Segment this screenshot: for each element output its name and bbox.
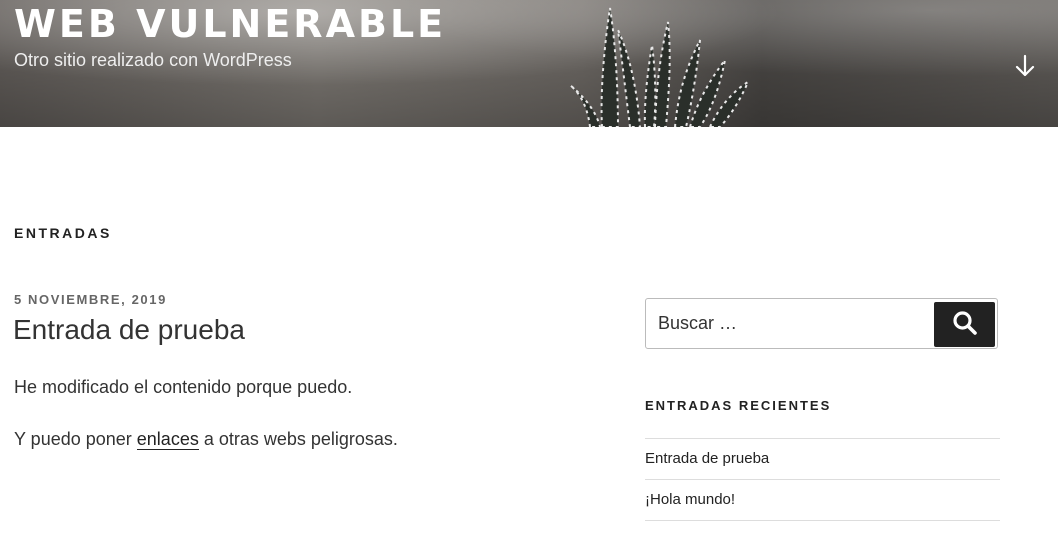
site-header: WEB VULNERABLE Otro sitio realizado con … [0,0,1058,127]
site-description: Otro sitio realizado con WordPress [14,50,292,70]
arrow-down-icon[interactable] [1014,54,1036,78]
plant-photo [569,7,751,127]
list-item: Entrada de prueba [645,438,1000,479]
post-text: a otras webs peligrosas. [198,429,398,449]
recent-post-link[interactable]: Entrada de prueba [645,450,769,467]
search-input[interactable] [646,299,936,348]
post-paragraph: Y puedo poner enlaces a otras webs pelig… [14,429,398,450]
post-title[interactable]: Entrada de prueba [13,314,245,346]
post-link-enlaces[interactable]: enlaces [136,429,199,450]
search-icon [952,310,978,339]
post-paragraph: He modificado el contenido porque puedo. [14,377,353,397]
search-button[interactable] [934,302,995,347]
site-title[interactable]: WEB VULNERABLE [14,0,446,48]
list-item: ¡Hola mundo! [645,479,1000,521]
search-form [645,298,998,349]
recent-posts-title: ENTRADAS RECIENTES [645,398,832,413]
page-title: ENTRADAS [14,225,112,241]
recent-posts-list: Entrada de prueba ¡Hola mundo! [645,438,1000,521]
recent-post-link[interactable]: ¡Hola mundo! [645,491,735,508]
post-date[interactable]: 5 NOVIEMBRE, 2019 [14,292,167,307]
post-text: Y puedo poner [14,429,137,449]
